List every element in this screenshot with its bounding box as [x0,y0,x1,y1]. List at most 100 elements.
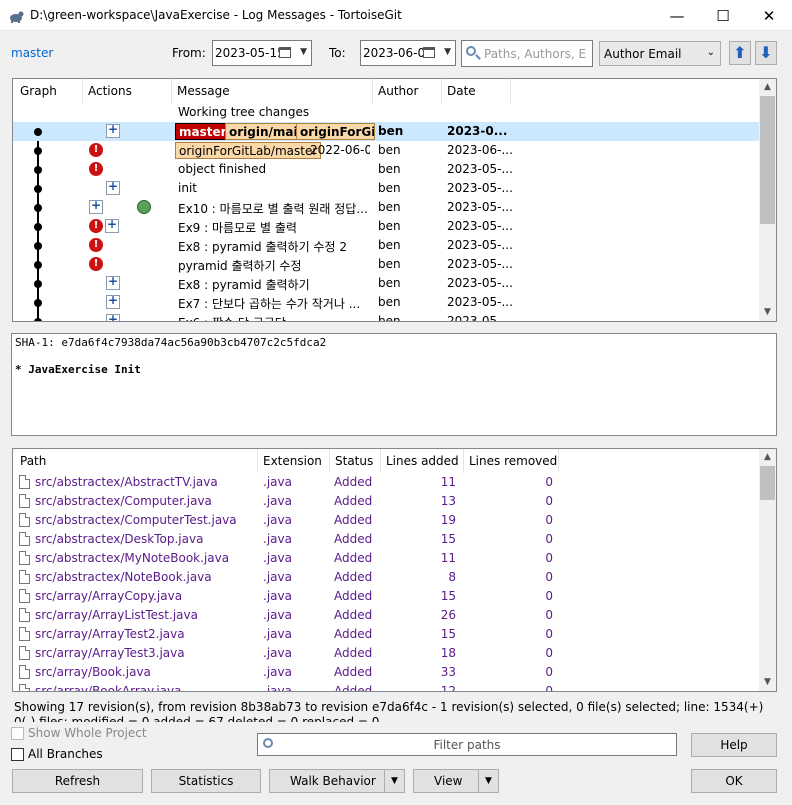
working-tree-row[interactable]: Working tree changes [13,103,760,122]
column-header-date[interactable]: Date [442,79,511,103]
commit-author-cell: ben [378,257,401,271]
lines-added-cell: 15 [440,589,456,603]
column-header-graph[interactable]: Graph [15,79,83,103]
to-date-picker[interactable]: 2023-06-04 ▼ [360,40,456,66]
scroll-up-icon[interactable]: ▲ [759,79,776,96]
column-header-lines-removed[interactable]: Lines removed [464,449,559,473]
commit-node-icon [34,280,42,288]
changed-files-list[interactable]: Path Extension Status Lines added Lines … [12,448,777,692]
commit-message-cell: init [178,181,197,195]
file-path-cell: src/array/Book.java [35,665,151,679]
filter-field-select[interactable]: Author Email ⌄ [599,41,721,66]
file-row[interactable]: src/abstractex/DeskTop.java .java Added 15 0 [13,530,760,549]
file-row[interactable]: src/abstractex/Computer.java .java Added 13… [13,492,760,511]
ok-button[interactable]: OK [691,769,777,793]
column-header-actions[interactable]: Actions [83,79,172,103]
file-status-cell: Added [334,665,373,679]
search-input[interactable]: Paths, Authors, E [461,40,593,67]
file-icon [19,684,30,691]
commit-row[interactable]: Ex8 : pyramid 출력하기 ben 2023-05-... [13,274,760,293]
commit-row[interactable]: ! Ex8 : pyramid 출력하기 수정 2 ben 2023-05-... [13,236,760,255]
statistics-button[interactable]: Statistics [151,769,261,793]
search-icon [466,46,476,56]
close-button[interactable]: ✕ [746,0,792,31]
lines-removed-cell: 0 [545,513,553,527]
scroll-down-icon[interactable]: ▼ [759,674,776,691]
column-header-author[interactable]: Author [373,79,442,103]
window-title: D:\green-workspace\JavaExercise - Log Me… [30,8,402,22]
lines-removed-cell: 0 [545,627,553,641]
chevron-down-icon[interactable]: ▼ [300,47,307,57]
file-row[interactable]: src/abstractex/NoteBook.java .java Added 8 0 [13,568,760,587]
added-files-icon [106,122,120,138]
file-path-cell: src/array/ArrayTest2.java [35,627,185,641]
commit-row[interactable]: ! Ex9 : 마름모로 별 출력 ben 2023-05-... [13,217,760,236]
log-scrollbar[interactable]: ▲ ▼ [759,79,776,321]
status-text: Showing 17 revision(s), from revision 8b… [14,700,764,722]
commit-author-cell: ben [378,295,401,309]
file-extension-cell: .java [263,570,292,584]
file-row[interactable]: src/array/BookArray.java .java Added 12 0 [13,682,760,691]
column-header-status[interactable]: Status [330,449,381,473]
commit-row[interactable]: Ex6 : 짝수 단 구구단 ben 2023-05-... [13,312,760,321]
previous-button[interactable]: ⬆ [729,41,751,65]
filter-paths-input[interactable]: Filter paths [257,733,677,756]
calendar-icon[interactable] [279,47,291,58]
column-header-extension[interactable]: Extension [258,449,330,473]
all-branches-checkbox[interactable] [11,748,24,761]
branch-link[interactable]: master [11,46,53,60]
minimize-button[interactable]: — [654,0,700,31]
file-row[interactable]: src/abstractex/MyNoteBook.java .java Added… [13,549,760,568]
file-status-cell: Added [334,646,373,660]
commit-message-cell: Ex9 : 마름모로 별 출력 [178,221,297,235]
working-tree-label: Working tree changes [178,105,310,119]
commit-node-icon [34,185,42,193]
file-row[interactable]: src/abstractex/ComputerTest.java .java Add… [13,511,760,530]
view-button[interactable]: View ▼ [413,769,499,793]
commit-message-panel[interactable]: SHA-1: e7da6f4c7938da74ac56a90b3cb4707c2… [11,333,777,436]
walk-behavior-label: Walk Behavior [290,774,376,788]
scroll-down-icon[interactable]: ▼ [759,304,776,321]
file-row[interactable]: src/array/ArrayTest3.java .java Added 18 0 [13,644,760,663]
commit-row[interactable]: init ben 2023-05-... [13,179,760,198]
calendar-icon[interactable] [423,47,435,58]
maximize-button[interactable]: ☐ [700,0,746,31]
from-date-picker[interactable]: 2023-05-15 ▼ [212,40,312,66]
file-row[interactable]: src/array/ArrayListTest.java .java Added 26… [13,606,760,625]
scroll-up-icon[interactable]: ▲ [759,449,776,466]
next-button[interactable]: ⬇ [755,41,777,65]
commit-row[interactable]: ! object finished ben 2023-05-... [13,160,760,179]
file-status-cell: Added [334,532,373,546]
chevron-down-icon[interactable]: ▼ [478,770,498,792]
file-row[interactable]: src/array/Book.java .java Added 33 0 [13,663,760,682]
file-status-cell: Added [334,570,373,584]
file-row[interactable]: src/abstractex/AbstractTV.java .java Added… [13,473,760,492]
minimize-icon: — [669,6,685,25]
commit-row[interactable]: ! originForGitLab/master2022-06-0... ben 20… [13,141,760,160]
scroll-thumb[interactable] [760,96,775,224]
show-whole-project-checkbox[interactable] [11,727,24,740]
file-extension-cell: .java [263,589,292,603]
chevron-down-icon[interactable]: ▼ [444,47,451,57]
commit-message-cell: Ex8 : pyramid 출력하기 수정 2 [178,240,347,254]
commit-author-cell: ben [378,162,401,176]
commit-row[interactable]: masterorigin/mainoriginForGitLben2023-0.… [13,122,760,141]
file-row[interactable]: src/array/ArrayTest2.java .java Added 15 0 [13,625,760,644]
column-header-path[interactable]: Path [15,449,258,473]
help-button[interactable]: Help [691,733,777,757]
scroll-thumb[interactable] [760,466,775,500]
walk-behavior-button[interactable]: Walk Behavior ▼ [269,769,405,793]
log-list[interactable]: Graph Actions Message Author Date Workin… [12,78,777,322]
file-extension-cell: .java [263,627,292,641]
file-icon [19,646,30,660]
files-scrollbar[interactable]: ▲ ▼ [759,449,776,691]
commit-row[interactable]: Ex10 : 마름모로 별 출력 원래 정답... ben 2023-05-... [13,198,760,217]
column-header-lines-added[interactable]: Lines added [381,449,464,473]
chevron-down-icon[interactable]: ▼ [384,770,404,792]
column-header-message[interactable]: Message [172,79,373,103]
file-row[interactable]: src/array/ArrayCopy.java .java Added 15 0 [13,587,760,606]
refresh-button[interactable]: Refresh [12,769,143,793]
file-status-cell: Added [334,475,373,489]
commit-row[interactable]: Ex7 : 단보다 곱하는 수가 작거나 ... ben 2023-05-... [13,293,760,312]
commit-row[interactable]: ! pyramid 출력하기 수정 ben 2023-05-... [13,255,760,274]
